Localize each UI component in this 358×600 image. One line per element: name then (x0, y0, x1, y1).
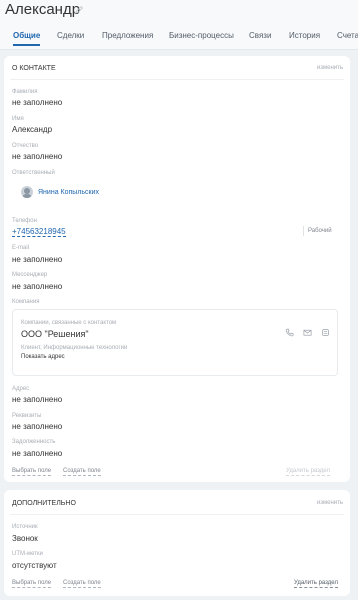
field-label-address: Адрес (12, 386, 30, 392)
field-value-requisites[interactable]: не заполнено (12, 422, 62, 431)
company-name[interactable]: ООО "Решения" (21, 329, 89, 339)
section-title: Дополнительно (12, 500, 76, 507)
page-title: Александр (5, 1, 81, 18)
section-title: О контакте (12, 65, 56, 72)
field-value-messenger[interactable]: не заполнено (12, 282, 62, 291)
field-label-messenger: Мессенджер (12, 272, 48, 278)
tab-invoices[interactable]: Счета (337, 30, 358, 42)
avatar (21, 186, 33, 198)
tab-history[interactable]: История (289, 30, 320, 42)
field-value-last-name[interactable]: не заполнено (12, 98, 62, 107)
field-label-company: Компания (12, 299, 40, 305)
field-value-source[interactable]: Звонок (12, 534, 38, 543)
field-label-first-name: Имя (12, 116, 24, 122)
create-field-link[interactable]: Создать поле (63, 468, 101, 476)
show-address-link[interactable]: Показать адрес (21, 354, 65, 360)
pencil-icon[interactable] (74, 5, 84, 15)
section-divider (10, 514, 344, 515)
additional-section: Дополнительно изменить Источник Звонок U… (4, 490, 350, 596)
tab-general[interactable]: Общие (13, 30, 40, 42)
delete-section-link[interactable]: Удалить раздел (294, 580, 338, 588)
field-value-first-name[interactable]: Александр (12, 125, 52, 134)
field-label-source: Источник (12, 524, 38, 530)
section-edit-link[interactable]: изменить (317, 500, 343, 506)
field-label-phone: Телефон (12, 218, 37, 224)
company-card[interactable]: Компании, связанные с контактом ООО "Реш… (12, 309, 338, 376)
field-label-utm: UTM-метки (12, 551, 43, 557)
field-label-middle-name: Отчество (12, 143, 39, 149)
tabs-bar: Общие Сделки Предложения Бизнес-процессы… (0, 30, 358, 50)
page-header: Александр Общие Сделки Предложения Бизне… (0, 0, 358, 50)
tab-deals[interactable]: Сделки (57, 30, 84, 42)
tab-quotes[interactable]: Предложения (102, 30, 153, 42)
field-label-responsible: Ответственный (12, 170, 55, 176)
field-value-middle-name[interactable]: не заполнено (12, 152, 62, 161)
field-label-requisites: Реквизиты (12, 413, 42, 419)
select-field-link[interactable]: Выбрать поле (12, 468, 52, 476)
divider (303, 226, 304, 236)
field-label-email: E-mail (12, 245, 30, 251)
tab-business-processes[interactable]: Бизнес-процессы (169, 30, 234, 42)
phone-link[interactable]: +74563218945 (12, 227, 66, 237)
field-value-utm[interactable]: отсутствуют (12, 561, 57, 570)
phone-icon[interactable] (285, 328, 294, 337)
create-field-link[interactable]: Создать поле (63, 580, 101, 588)
company-card-label: Компании, связанные с контактом (21, 320, 117, 326)
field-label-last-name: Фамилия (12, 89, 38, 95)
phone-type-label: Рабочий (308, 228, 332, 234)
tab-relations[interactable]: Связи (249, 30, 271, 42)
field-label-debt: Задолженность (12, 439, 56, 445)
field-value-address[interactable]: не заполнено (12, 395, 62, 404)
active-tab-indicator (13, 44, 40, 46)
contact-section: О контакте изменить Фамилия не заполнено… (4, 56, 350, 482)
responsible-user-link[interactable]: Янина Копыльских (38, 189, 99, 196)
section-divider (10, 79, 344, 80)
section-edit-link[interactable]: изменить (317, 65, 343, 71)
company-info: Клиент, Информационные технологии (21, 345, 128, 351)
select-field-link[interactable]: Выбрать поле (12, 580, 52, 588)
delete-section-link[interactable]: Удалить раздел (286, 468, 330, 476)
field-value-email[interactable]: не заполнено (12, 255, 62, 264)
mail-icon[interactable] (303, 328, 312, 337)
chat-icon[interactable] (321, 328, 330, 337)
field-value-debt[interactable]: не заполнено (12, 449, 62, 458)
